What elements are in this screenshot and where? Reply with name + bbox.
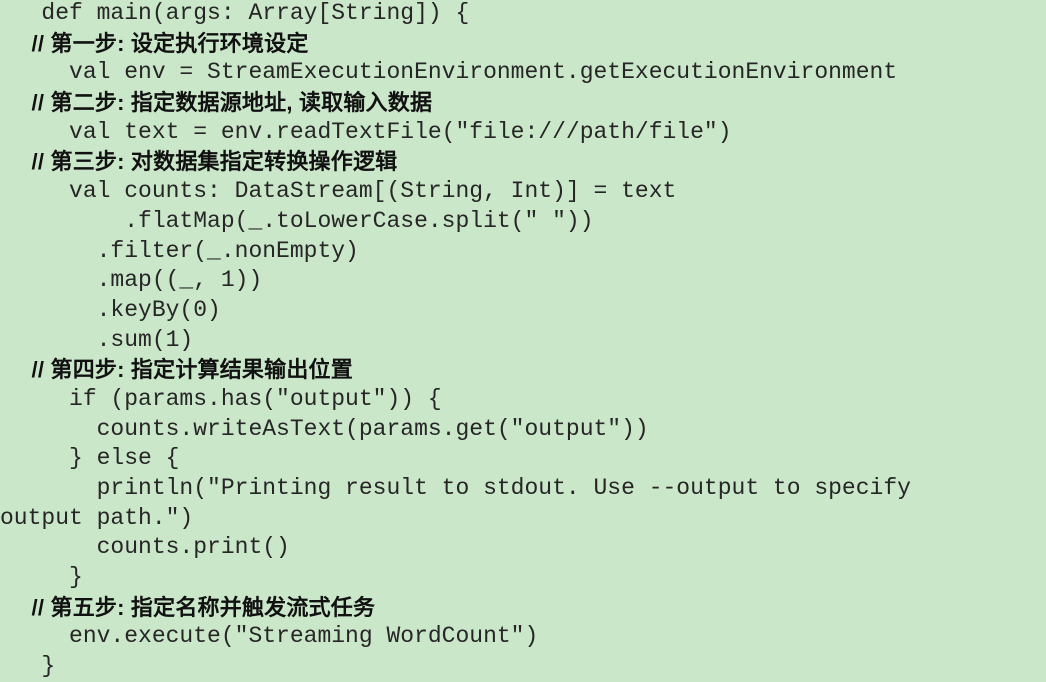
code-line: env.execute("Streaming WordCount") (0, 623, 539, 650)
code-line: } (0, 564, 83, 591)
code-line: counts.print() (0, 534, 290, 561)
code-line: .filter(_.nonEmpty) (0, 237, 359, 264)
code-line: } (0, 653, 56, 680)
code-line: if (params.has("output")) { (0, 385, 442, 412)
code-line: .sum(1) (0, 326, 194, 353)
code-line: .keyBy(0) (0, 296, 221, 323)
code-line: .flatMap(_.toLowerCase.split(" ")) (0, 207, 594, 234)
code-line: println("Printing result to stdout. Use … (0, 475, 911, 501)
code-line: counts.writeAsText(params.get("output")) (0, 415, 649, 442)
code-line: val counts: DataStream[(String, Int)] = … (0, 178, 677, 205)
code-line: } else { (0, 445, 180, 472)
code-line: val text = env.readTextFile("file:///pat… (0, 118, 732, 145)
code-lines-container: def main(args: Array[String]) { // 第一步: … (0, 0, 1046, 682)
code-line: // 第四步: 指定计算结果输出位置 (0, 357, 353, 383)
code-line: // 第一步: 设定执行环境设定 (0, 30, 309, 56)
code-line: .map((_, 1)) (0, 267, 263, 294)
code-line: // 第三步: 对数据集指定转换操作逻辑 (0, 149, 398, 175)
code-line: // 第五步: 指定名称并触发流式任务 (0, 594, 376, 620)
code-snippet-panel: def main(args: Array[String]) { // 第一步: … (0, 0, 1046, 679)
code-line: val env = StreamExecutionEnvironment.get… (0, 59, 898, 86)
code-line: def main(args: Array[String]) { (0, 0, 470, 26)
code-line: output path.") (0, 504, 194, 531)
code-line: // 第二步: 指定数据源地址, 读取输入数据 (0, 90, 433, 116)
